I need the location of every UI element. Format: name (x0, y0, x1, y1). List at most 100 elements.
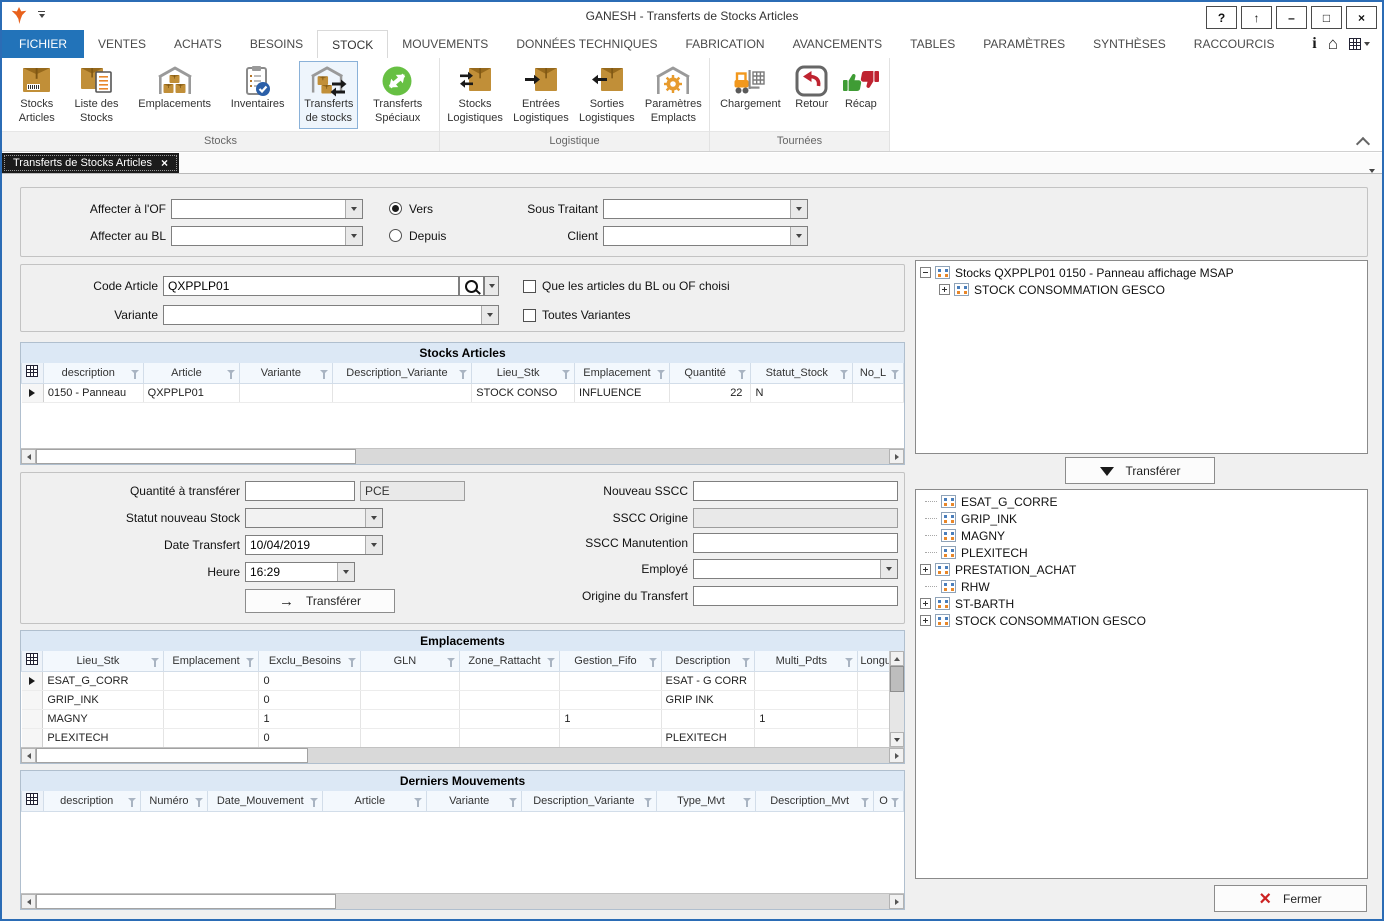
scroll-left-button[interactable] (21, 449, 36, 464)
expand-icon[interactable] (920, 564, 931, 575)
menu-tab-besoins[interactable]: BESOINS (236, 30, 317, 58)
filter-icon[interactable] (195, 798, 203, 802)
ribbon-item-chargement[interactable]: Chargement (715, 61, 786, 115)
tree-node-stock-consommation-gesco[interactable]: STOCK CONSOMMATION GESCO (916, 612, 1367, 629)
sscc-manutention-input[interactable] (693, 533, 898, 553)
table-row[interactable]: MAGNY111 (22, 709, 904, 728)
filter-icon[interactable] (891, 370, 899, 374)
quick-access-caret-icon[interactable] (38, 11, 45, 18)
menu-tab-donnees-techniques[interactable]: DONNÉES TECHNIQUES (502, 30, 671, 58)
search-button[interactable] (459, 276, 484, 296)
combo-caret-icon[interactable] (481, 306, 498, 324)
ribbon-item-recap[interactable]: Récap (838, 61, 884, 115)
employe-combo[interactable] (693, 559, 898, 579)
expand-icon[interactable] (939, 284, 950, 295)
help-button[interactable]: ? (1206, 6, 1237, 29)
row-selector[interactable] (22, 709, 43, 728)
home-icon[interactable]: ⌂ (1328, 34, 1338, 54)
column-header-description-variante[interactable]: Description_Variante (332, 363, 472, 383)
column-header-statut-stock[interactable]: Statut_Stock (751, 363, 853, 383)
toutes-variantes-checkbox[interactable] (523, 309, 536, 322)
filter-icon[interactable] (845, 658, 853, 662)
filter-icon[interactable] (128, 798, 136, 802)
filter-icon[interactable] (310, 798, 318, 802)
close-button[interactable]: × (1346, 6, 1377, 29)
ribbon-item-transferts-de-stocks[interactable]: Transferts de stocks (299, 61, 358, 129)
statut-stock-combo[interactable] (245, 508, 383, 528)
ribbon-item-stocks-articles[interactable]: Stocks Articles (14, 61, 60, 129)
filter-icon[interactable] (414, 798, 422, 802)
menu-tab-tables[interactable]: TABLES (896, 30, 969, 58)
column-header-zone-rattacht[interactable]: Zone_Rattacht (459, 651, 560, 671)
combo-caret-icon[interactable] (337, 563, 354, 581)
ribbon-item-entrees-logistiques[interactable]: Entrées Logistiques (508, 61, 574, 129)
menu-tab-achats[interactable]: ACHATS (160, 30, 236, 58)
column-header-description[interactable]: description (43, 363, 143, 383)
tree-node-prestation-achat[interactable]: PRESTATION_ACHAT (916, 561, 1367, 578)
maximize-button[interactable]: □ (1311, 6, 1342, 29)
vertical-scrollbar[interactable] (889, 651, 904, 747)
column-header-no-l[interactable]: No_L (853, 363, 904, 383)
scroll-right-button[interactable] (889, 894, 904, 909)
row-selector[interactable] (22, 671, 43, 690)
menu-tab-raccourcis[interactable]: RACCOURCIS (1180, 30, 1289, 58)
table-row[interactable]: GRIP_INK0GRIP INK (22, 690, 904, 709)
ribbon-item-transferts-speciaux[interactable]: Transferts Spéciaux (368, 61, 427, 129)
collapse-ribbon-button[interactable] (1358, 136, 1368, 154)
scroll-left-button[interactable] (21, 894, 36, 909)
quantite-input[interactable] (245, 481, 355, 501)
tree-node-stocks-qxpplp01-0150-panneau-affichage-msap[interactable]: Stocks QXPPLP01 0150 - Panneau affichage… (916, 264, 1367, 281)
filter-icon[interactable] (131, 370, 139, 374)
document-tab[interactable]: Transferts de Stocks Articles × (2, 153, 179, 173)
ribbon-item-parametres-emplacts[interactable]: Paramètres Emplacts (640, 61, 707, 129)
filter-icon[interactable] (227, 370, 235, 374)
filter-icon[interactable] (840, 370, 848, 374)
filter-icon[interactable] (246, 658, 254, 662)
column-header-gln[interactable]: GLN (361, 651, 459, 671)
depuis-radio[interactable] (389, 229, 402, 242)
filter-icon[interactable] (509, 798, 517, 802)
horizontal-scrollbar[interactable] (21, 893, 904, 909)
column-header-lieu-stk[interactable]: Lieu_Stk (472, 363, 575, 383)
code-article-input[interactable]: QXPPLP01 (163, 276, 459, 296)
affecter-of-combo[interactable] (171, 199, 363, 219)
nouveau-sscc-input[interactable] (693, 481, 898, 501)
collapse-icon[interactable] (920, 267, 931, 278)
column-header-multi-pdts[interactable]: Multi_Pdts (755, 651, 858, 671)
column-header-description[interactable]: Description (661, 651, 755, 671)
filter-icon[interactable] (649, 658, 657, 662)
table-row[interactable]: ESAT_G_CORR0ESAT - G CORR (22, 671, 904, 690)
menu-tab-stock[interactable]: STOCK (317, 30, 388, 59)
combo-caret-icon[interactable] (345, 200, 362, 218)
ribbon-item-retour[interactable]: Retour (789, 61, 835, 115)
column-header-description-variante[interactable]: Description_Variante (521, 791, 656, 811)
filter-icon[interactable] (320, 370, 328, 374)
scroll-thumb[interactable] (36, 894, 336, 909)
column-header-exclu-besoins[interactable]: Exclu_Besoins (259, 651, 361, 671)
filter-icon[interactable] (743, 798, 751, 802)
column-header-date-mouvement[interactable]: Date_Mouvement (208, 791, 323, 811)
ribbon-item-inventaires[interactable]: Inventaires (226, 61, 290, 115)
scroll-up-button[interactable] (890, 651, 904, 666)
table-row[interactable]: 0150 - PanneauQXPPLP01STOCK CONSOINFLUEN… (22, 383, 904, 402)
filter-icon[interactable] (657, 370, 665, 374)
combo-caret-icon[interactable] (365, 536, 382, 554)
ribbon-item-emplacements[interactable]: Emplacements (133, 61, 216, 115)
select-all-cell[interactable] (22, 651, 43, 671)
menu-tab-fabrication[interactable]: FABRICATION (671, 30, 778, 58)
menu-tab-syntheses[interactable]: SYNTHÈSES (1079, 30, 1180, 58)
filter-icon[interactable] (459, 370, 467, 374)
ribbon-item-stocks-logistiques[interactable]: Stocks Logistiques (442, 61, 508, 129)
column-header-lieu-stk[interactable]: Lieu_Stk (43, 651, 163, 671)
column-header-description[interactable]: description (43, 791, 140, 811)
launch-button[interactable]: ↑ (1241, 6, 1272, 29)
column-header-quantite[interactable]: Quantité (669, 363, 751, 383)
column-header-o[interactable]: O (874, 791, 904, 811)
filter-icon[interactable] (562, 370, 570, 374)
table-row[interactable]: PLEXITECH0PLEXITECH (22, 728, 904, 747)
column-header-emplacement[interactable]: Emplacement (575, 363, 670, 383)
articles-bl-of-checkbox[interactable] (523, 280, 536, 293)
filter-icon[interactable] (891, 798, 899, 802)
tree-node-plexitech[interactable]: PLEXITECH (916, 544, 1367, 561)
combo-caret-icon[interactable] (790, 200, 807, 218)
